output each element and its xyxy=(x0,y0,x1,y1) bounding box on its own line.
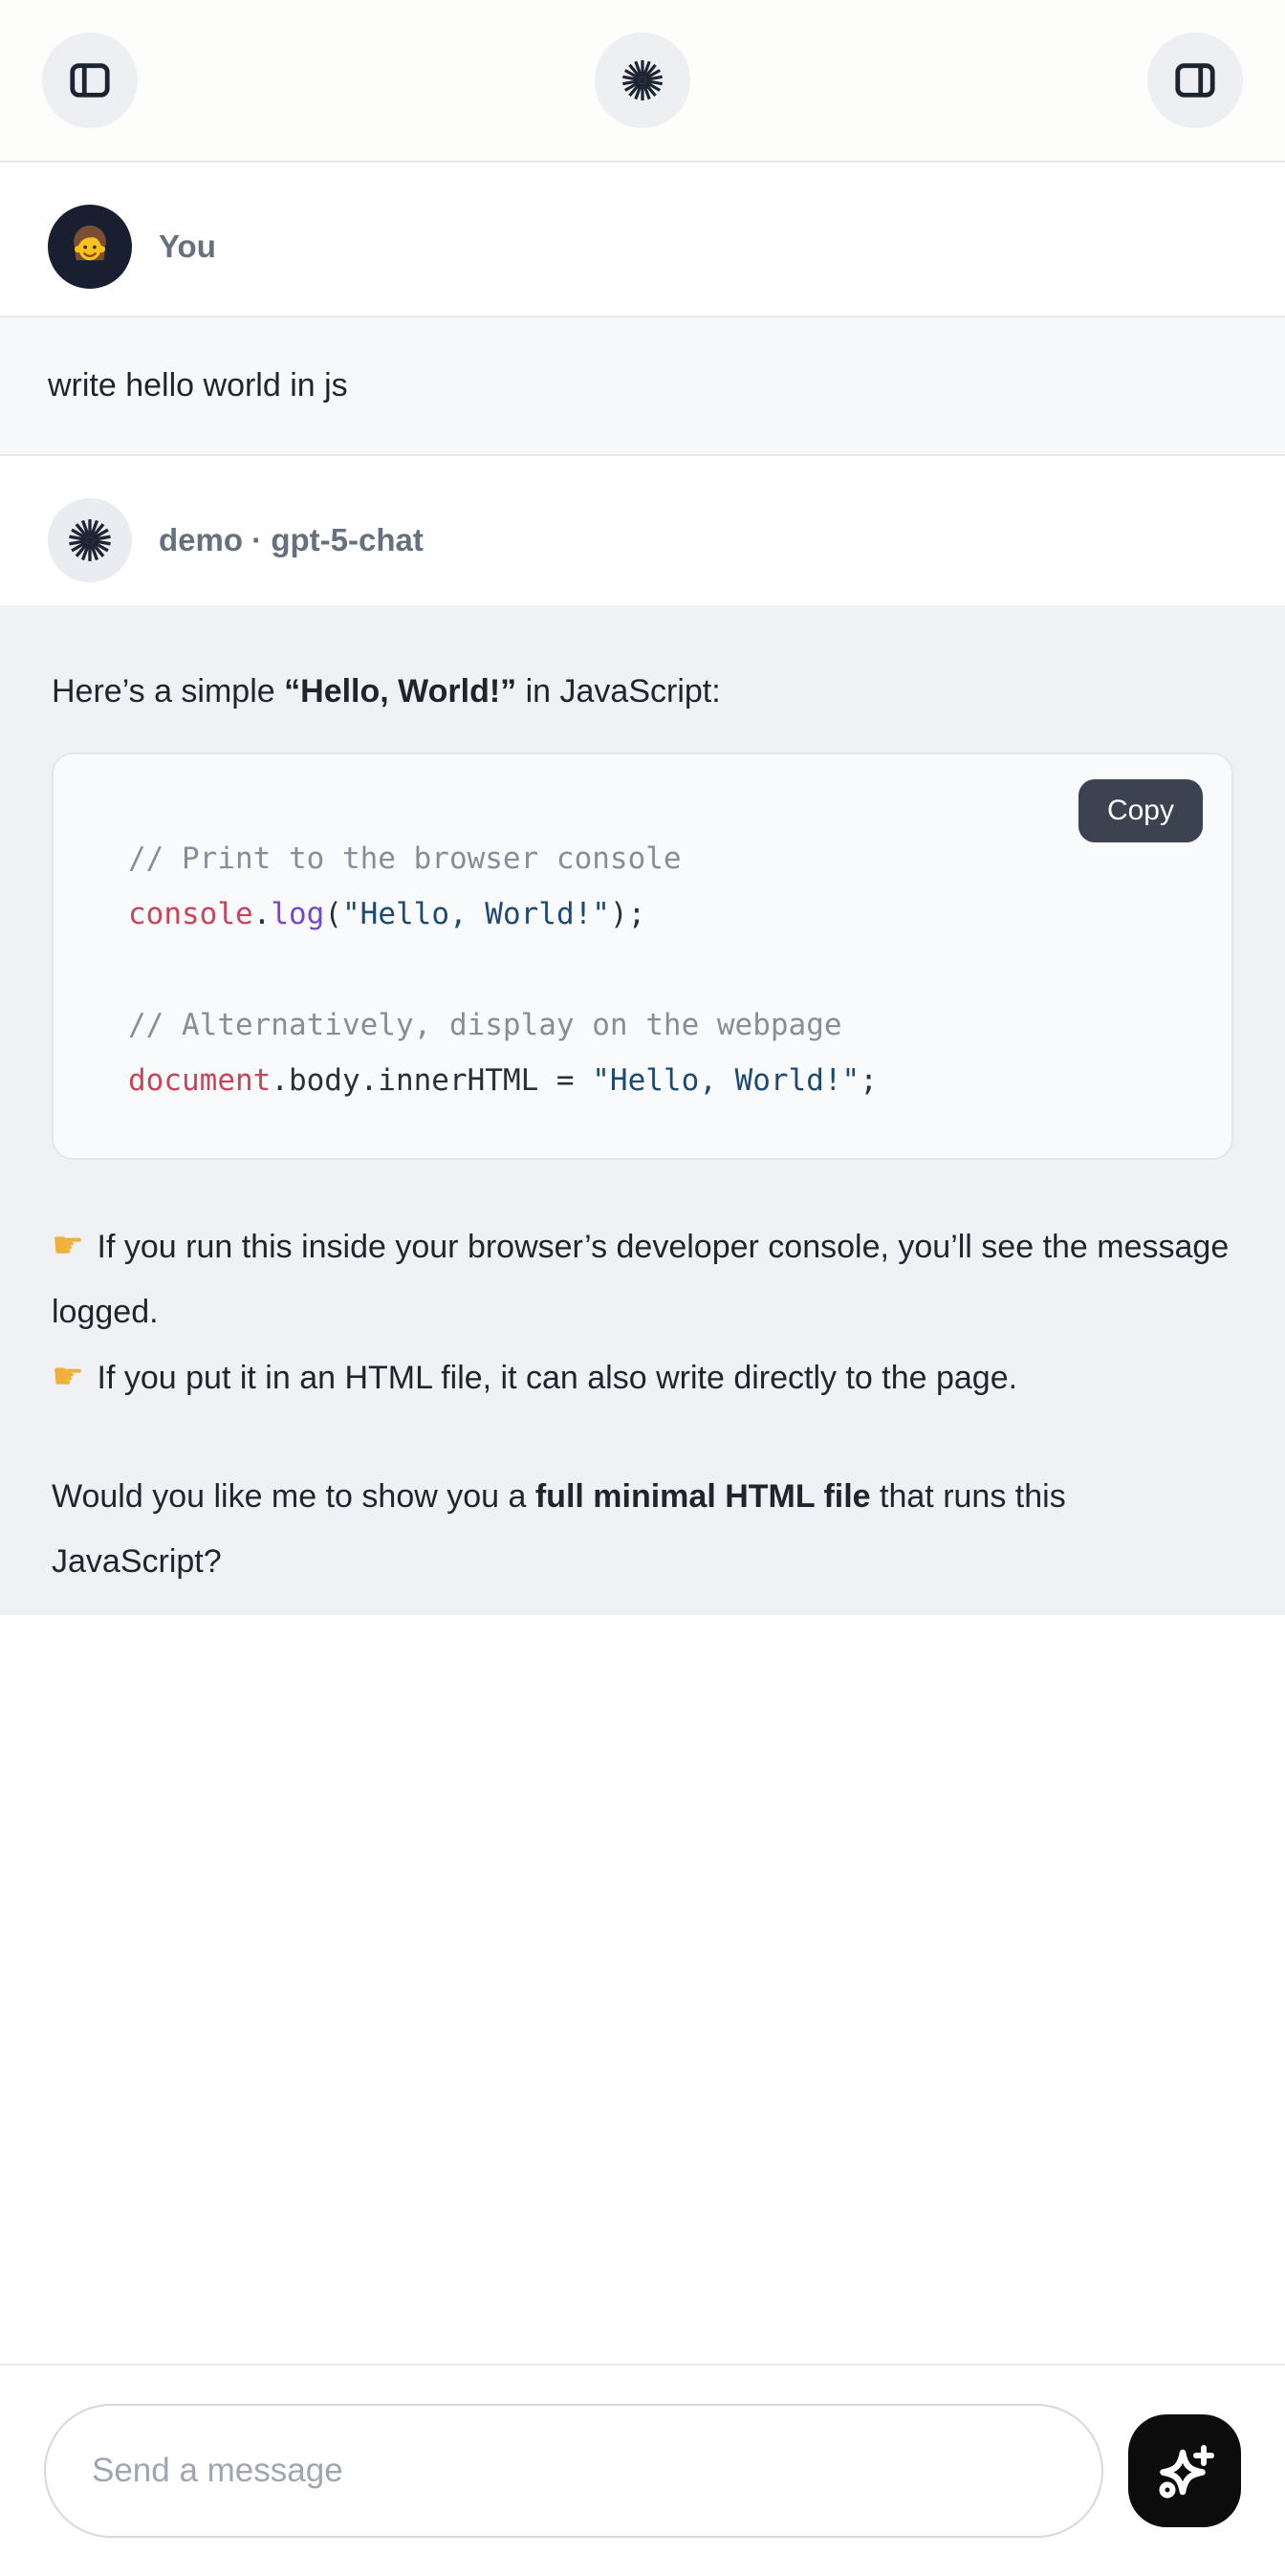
paragraph: ☛ If you run this inside your browser’s … xyxy=(52,1213,1233,1410)
text: If you put it in an HTML file, it can al… xyxy=(88,1360,1017,1396)
text: in JavaScript: xyxy=(516,673,721,709)
assistant-author-row: demo · gpt-5-chat xyxy=(0,456,1285,582)
code-token-plain: ); xyxy=(610,897,645,931)
code-token-plain: ; xyxy=(860,1063,878,1098)
text: Would you like me to show you a xyxy=(52,1478,535,1515)
code-token-plain: ( xyxy=(324,897,342,931)
code-line: // Alternatively, display on the webpage xyxy=(128,997,1193,1053)
send-button[interactable] xyxy=(1128,2414,1241,2527)
message-input[interactable] xyxy=(44,2404,1103,2538)
code-token-function: log xyxy=(271,897,324,931)
right-panel-toggle-button[interactable] xyxy=(1147,33,1243,128)
user-author-label: You xyxy=(159,229,216,265)
code-line xyxy=(128,942,1193,997)
person-emoji-icon xyxy=(59,216,120,277)
starburst-logo-icon xyxy=(620,57,665,103)
top-bar xyxy=(0,0,1285,163)
code-token-keyword: document xyxy=(128,1063,271,1098)
assistant-avatar xyxy=(48,498,132,582)
assistant-message: Here’s a simple “Hello, World!” in JavaS… xyxy=(0,605,1285,1615)
paragraph: Would you like me to show you a full min… xyxy=(52,1464,1233,1594)
copy-button[interactable]: Copy xyxy=(1078,779,1203,842)
pointing-right-icon: ☛ xyxy=(52,1226,84,1266)
bold-text: full minimal HTML file xyxy=(535,1478,871,1515)
user-message: write hello world in js xyxy=(0,316,1285,456)
text: If you run this inside your browser’s de… xyxy=(52,1229,1229,1330)
pointing-right-icon: ☛ xyxy=(52,1357,84,1397)
code-token-plain: . xyxy=(253,897,272,931)
panel-left-icon xyxy=(68,58,112,102)
code-token-keyword: console xyxy=(128,897,253,931)
code-token-plain: .body.innerHTML = xyxy=(271,1063,592,1098)
assistant-author-label: demo · gpt-5-chat xyxy=(159,522,424,558)
chat-app: You write hello world in js xyxy=(0,0,1285,1615)
code-line: // Print to the browser console xyxy=(128,831,1193,886)
user-message-text: write hello world in js xyxy=(48,367,348,404)
chat-thread: You write hello world in js xyxy=(0,163,1285,1615)
assistant-message-body: Here’s a simple “Hello, World!” in JavaS… xyxy=(52,659,1233,1594)
code-token-string: "Hello, World!" xyxy=(342,897,610,931)
code-token-string: "Hello, World!" xyxy=(592,1063,860,1098)
user-avatar xyxy=(48,205,132,289)
code-line: document.body.innerHTML = "Hello, World!… xyxy=(128,1053,1193,1108)
starburst-icon xyxy=(66,516,114,564)
paragraph: Here’s a simple “Hello, World!” in JavaS… xyxy=(52,659,1233,724)
text: Here’s a simple xyxy=(52,673,284,709)
logo-button[interactable] xyxy=(595,33,690,128)
code-line: console.log("Hello, World!"); xyxy=(128,886,1193,942)
user-author-row: You xyxy=(0,163,1285,289)
code-block: Copy // Print to the browser console conso… xyxy=(52,753,1233,1160)
bold-text: “Hello, World!” xyxy=(284,673,516,709)
code-token-comment: // Print to the browser console xyxy=(128,841,682,876)
panel-right-icon xyxy=(1173,58,1217,102)
code-content: // Print to the browser console console.l… xyxy=(128,831,1193,1108)
code-token-comment: // Alternatively, display on the webpage xyxy=(128,1008,842,1042)
composer-bar xyxy=(0,2364,1285,2576)
sparkle-icon xyxy=(1154,2440,1215,2501)
sidebar-toggle-button[interactable] xyxy=(42,33,138,128)
